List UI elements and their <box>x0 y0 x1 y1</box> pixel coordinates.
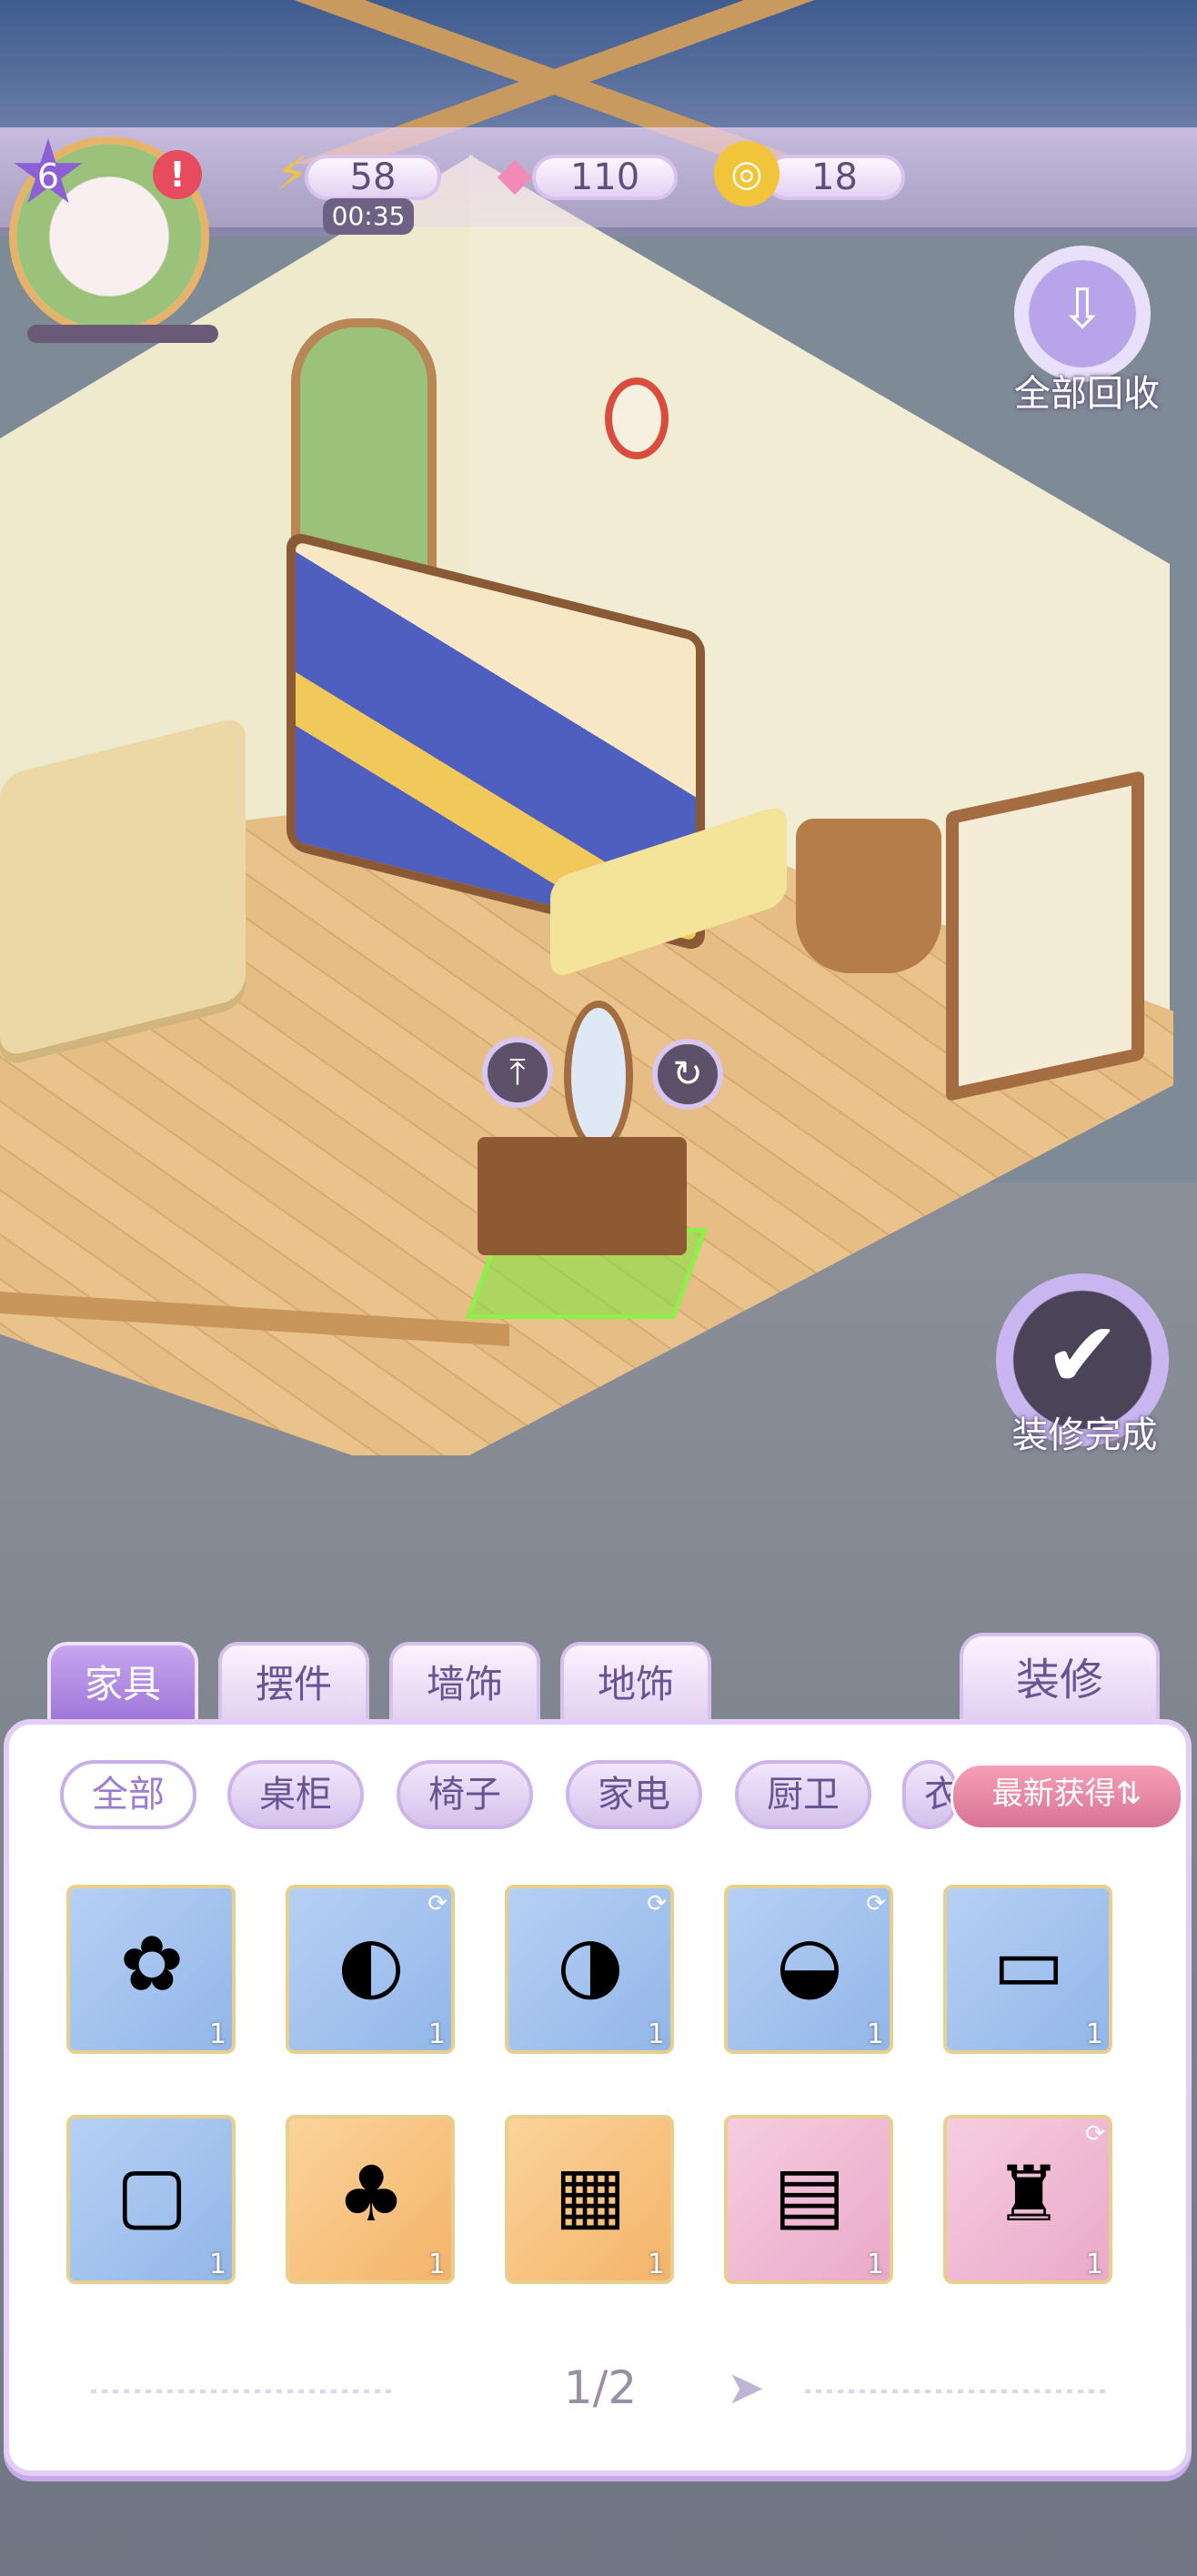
inventory-item-card[interactable]: ◒ ⟳ 1 <box>724 1885 893 2054</box>
item-count: 1 <box>866 2249 884 2280</box>
next-page-arrow-icon[interactable]: ➤ <box>719 2360 773 2415</box>
lightning-icon: ⚡ <box>276 147 308 200</box>
item-count: 1 <box>866 2018 884 2050</box>
ottoman-icon: ▢ <box>116 2149 188 2239</box>
gems-counter[interactable]: 110 <box>532 155 678 200</box>
experience-bar <box>27 325 218 343</box>
item-count: 1 <box>428 2018 446 2050</box>
sort-button[interactable]: 最新获得⇅ <box>951 1763 1183 1830</box>
page-indicator: 1/2 <box>563 2361 638 2414</box>
energy-counter[interactable]: 58 <box>305 155 441 200</box>
lace-cabinet-icon: ▭ <box>992 1919 1065 2008</box>
egg-chair-spotted-icon: ◑ <box>557 1919 624 2008</box>
inventory-item-card[interactable]: ▤ 1 <box>724 2115 893 2284</box>
coins-counter[interactable]: 18 <box>764 155 905 200</box>
tab-wall-decor[interactable]: 墙饰 <box>389 1642 540 1724</box>
store-item-button[interactable]: ⤒ <box>482 1037 553 1108</box>
flower-cushion-icon: ✿ <box>119 1919 185 2008</box>
wooden-chair-icon: ♜ <box>994 2149 1063 2239</box>
coin-icon: ◎ <box>714 141 780 206</box>
checkmark-icon: ✔ <box>1044 1302 1121 1408</box>
notification-alert-icon[interactable]: ! <box>153 150 202 199</box>
rotate-item-button[interactable]: ↻ <box>652 1039 723 1110</box>
inventory-item-card[interactable]: ◑ ⟳ 1 <box>505 1885 674 2054</box>
egg-chair-paw-icon: ◒ <box>776 1919 843 2008</box>
vanity-desk <box>478 1137 687 1255</box>
nightstand-icon: ▤ <box>773 2149 846 2239</box>
recall-all-button[interactable]: ⇩ <box>1014 246 1151 382</box>
item-count: 1 <box>647 2249 665 2280</box>
wardrobe-furniture[interactable] <box>946 770 1144 1102</box>
apple-wall-clock[interactable] <box>605 377 669 459</box>
rotatable-icon: ⟳ <box>1085 2120 1105 2148</box>
item-count: 1 <box>1085 2249 1103 2280</box>
rotatable-icon: ⟳ <box>428 1890 448 1917</box>
inventory-item-card[interactable]: ▭ 1 <box>943 1885 1112 2054</box>
item-count: 1 <box>1085 2018 1103 2050</box>
item-count: 1 <box>208 2249 226 2280</box>
gem-icon: ◆ <box>497 147 533 200</box>
recall-all-label: 全部回收 <box>1014 373 1160 415</box>
bunny-basket[interactable] <box>796 819 941 973</box>
filter-chairs[interactable]: 椅子 <box>397 1760 533 1829</box>
egg-chair-icon: ◐ <box>337 1919 405 2008</box>
tab-furniture[interactable]: 家具 <box>47 1642 198 1724</box>
tab-fitment[interactable]: 装修 <box>960 1633 1160 1724</box>
filter-appliances[interactable]: 家电 <box>566 1760 702 1829</box>
item-count: 1 <box>208 2018 226 2050</box>
item-count: 1 <box>428 2249 446 2280</box>
inventory-item-card[interactable]: ♣ 1 <box>286 2115 455 2284</box>
inventory-item-card[interactable]: ✿ 1 <box>66 1885 236 2054</box>
sofa-furniture[interactable] <box>0 715 246 1068</box>
filter-all[interactable]: 全部 <box>60 1760 196 1829</box>
filter-tables-cabinets[interactable]: 桌柜 <box>227 1760 364 1829</box>
item-count: 1 <box>647 2018 665 2050</box>
finish-decorating-label: 装修完成 <box>1011 1414 1158 1456</box>
tab-floor-decor[interactable]: 地饰 <box>560 1642 711 1724</box>
inventory-item-card[interactable]: ♜ ⟳ 1 <box>943 2115 1112 2284</box>
inventory-item-card[interactable]: ▦ 1 <box>505 2115 674 2284</box>
mushroom-stump-set-icon: ♣ <box>337 2149 406 2239</box>
tab-ornaments[interactable]: 摆件 <box>218 1642 369 1724</box>
filter-kitchen-bath[interactable]: 厨卫 <box>735 1760 871 1829</box>
brick-fireplace-icon: ▦ <box>554 2149 627 2239</box>
filter-clothing[interactable]: 衣 <box>902 1760 957 1829</box>
inventory-item-card[interactable]: ◐ ⟳ 1 <box>286 1885 455 2054</box>
pager-decoration-right <box>805 2390 1105 2393</box>
rotatable-icon: ⟳ <box>866 1890 886 1917</box>
energy-timer: 00:35 <box>323 198 414 235</box>
vanity-mirror <box>564 1001 633 1152</box>
download-icon: ⇩ <box>1059 277 1106 341</box>
pager-decoration-left <box>91 2390 391 2393</box>
inventory-item-card[interactable]: ▢ 1 <box>66 2115 236 2284</box>
rotatable-icon: ⟳ <box>647 1890 667 1917</box>
